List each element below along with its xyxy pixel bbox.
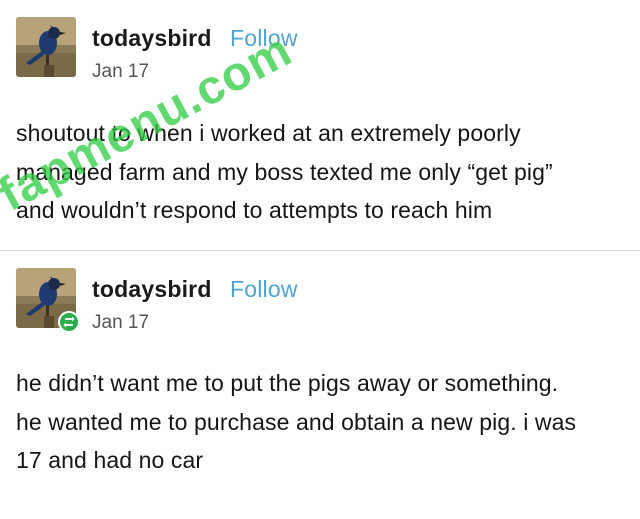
post-body-line: and wouldn’t respond to attempts to reac…	[16, 197, 493, 223]
post-body-line: 17 and had no car	[16, 447, 204, 473]
bird-avatar-icon	[16, 17, 76, 77]
post-body-line: shoutout to when i worked at an extremel…	[16, 120, 521, 146]
username[interactable]: todaysbird	[92, 25, 212, 52]
follow-button[interactable]: Follow	[230, 276, 298, 303]
post-2: todaysbird Follow Jan 17 he didn’t want …	[0, 251, 640, 519]
reblog-icon	[63, 316, 75, 328]
post-body-line: he didn’t want me to put the pigs away o…	[16, 370, 559, 396]
post-body-line: managed farm and my boss texted me only …	[16, 158, 553, 185]
tumblr-thread: todaysbird Follow Jan 17 shoutout to whe…	[0, 0, 640, 519]
post-date[interactable]: Jan 17	[92, 312, 149, 334]
follow-button[interactable]: Follow	[230, 25, 298, 52]
username[interactable]: todaysbird	[92, 276, 212, 303]
post-body: he didn’t want me to put the pigs away o…	[16, 364, 634, 480]
avatar[interactable]	[16, 17, 76, 77]
post-date[interactable]: Jan 17	[92, 61, 149, 83]
post-body-line: he wanted me to purchase and obtain a ne…	[16, 408, 577, 435]
post-1: todaysbird Follow Jan 17 shoutout to whe…	[0, 0, 640, 250]
reblog-badge	[58, 311, 80, 333]
post-body: shoutout to when i worked at an extremel…	[16, 114, 634, 230]
